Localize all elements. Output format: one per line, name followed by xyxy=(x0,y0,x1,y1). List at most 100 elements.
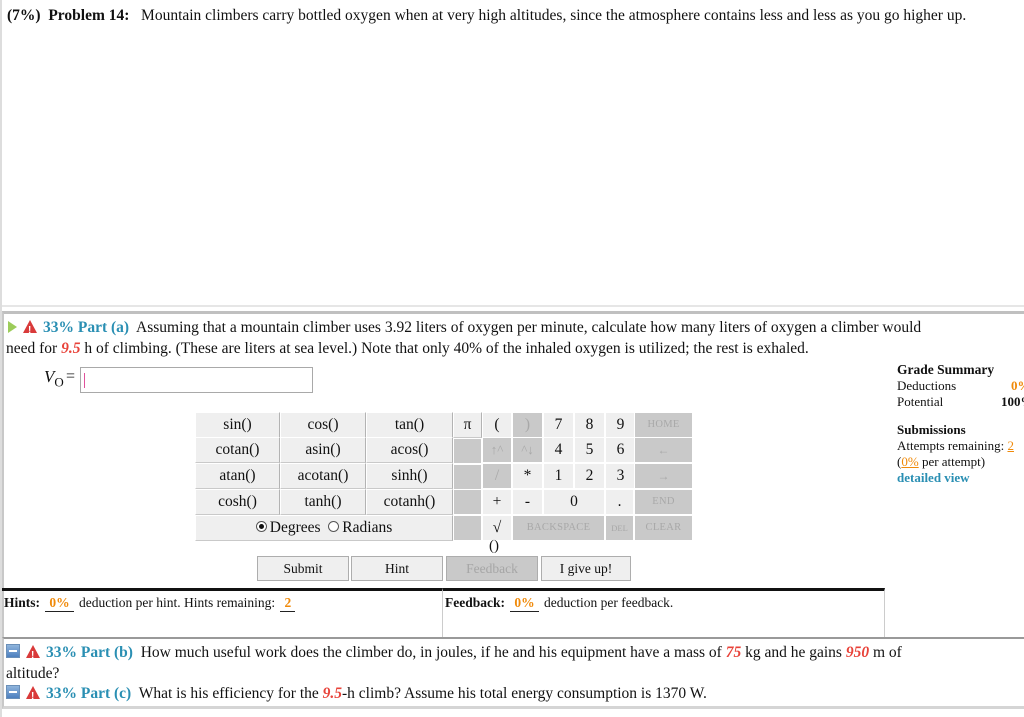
warning-icon xyxy=(26,685,40,707)
problem-text: Mountain climbers carry bottled oxygen w… xyxy=(141,7,967,24)
hints-panel: Hints: 0% deduction per hint. Hints rema… xyxy=(2,588,442,637)
key-digit-9[interactable]: 9 xyxy=(605,412,636,438)
key-cos[interactable]: cos() xyxy=(280,412,366,438)
problem-label: Problem 14: xyxy=(48,7,130,24)
part-a-text-1: Assuming that a mountain climber uses 3.… xyxy=(136,319,922,336)
climb-hours-value: 9.5 xyxy=(322,685,343,702)
key-digit-1[interactable]: 1 xyxy=(543,463,574,489)
keypad-spacer xyxy=(453,463,482,490)
variable-subscript: O xyxy=(54,374,64,390)
key-sin[interactable]: sin() xyxy=(195,412,280,438)
key-plus[interactable]: + xyxy=(482,489,512,515)
key-caret-down: ^↓ xyxy=(512,437,543,463)
key-pi[interactable]: π xyxy=(453,412,482,438)
hints-label: Hints: xyxy=(4,595,41,610)
key-cotanh[interactable]: cotanh() xyxy=(366,489,453,515)
key-open-paren[interactable]: ( xyxy=(482,412,512,438)
radians-label: Radians xyxy=(342,519,393,536)
part-b-label: 33% Part (b) xyxy=(46,644,133,661)
key-acos[interactable]: acos() xyxy=(366,437,453,463)
key-digit-8[interactable]: 8 xyxy=(574,412,605,438)
key-acotan[interactable]: acotan() xyxy=(280,463,366,489)
key-digit-4[interactable]: 4 xyxy=(543,437,574,463)
key-left: ← xyxy=(634,437,693,463)
part-c-header: 33% Part (c) What is his efficiency for … xyxy=(6,684,707,707)
key-right: → xyxy=(634,463,693,489)
equals-sign: = xyxy=(66,368,76,385)
key-digit-2[interactable]: 2 xyxy=(574,463,605,489)
key-sinh[interactable]: sinh() xyxy=(366,463,453,489)
key-digit-7[interactable]: 7 xyxy=(543,412,574,438)
expand-play-icon[interactable] xyxy=(8,321,17,334)
problem-statement: (7%) Problem 14: Mountain climbers carry… xyxy=(7,6,1017,26)
part-c-label: 33% Part (c) xyxy=(46,685,132,702)
hint-button[interactable]: Hint xyxy=(351,556,443,581)
warning-icon xyxy=(23,319,37,341)
mass-value: 75 xyxy=(725,644,742,661)
attempts-label: Attempts remaining: xyxy=(897,438,1005,453)
feedback-text: deduction per feedback. xyxy=(544,595,674,610)
attempts-value: 2 xyxy=(1007,438,1014,453)
submit-button[interactable]: Submit xyxy=(257,556,349,581)
feedback-button: Feedback xyxy=(446,556,538,581)
detailed-view-link[interactable]: detailed view xyxy=(897,470,1024,486)
part-b-text-2: kg and he gains xyxy=(745,644,842,661)
key-digit-3[interactable]: 3 xyxy=(605,463,636,489)
deductions-row: Deductions 0% xyxy=(897,378,1024,394)
key-divide: / xyxy=(482,463,512,489)
deductions-value: 0% xyxy=(1011,378,1024,393)
variable-symbol: V xyxy=(44,367,55,386)
hints-text: deduction per hint. Hints remaining: xyxy=(79,595,276,610)
key-del: DEL xyxy=(605,515,634,541)
part-c-text-1: What is his efficiency for the xyxy=(138,685,319,702)
key-clear: CLEAR xyxy=(634,515,693,541)
divider xyxy=(2,305,1024,307)
per-attempt-row: (0% per attempt) xyxy=(897,454,1024,470)
keypad-spacer xyxy=(453,489,482,516)
potential-value: 100% xyxy=(1001,394,1024,409)
key-tan[interactable]: tan() xyxy=(366,412,453,438)
key-up-caret: ↑^ xyxy=(482,437,512,463)
radians-radio[interactable] xyxy=(328,520,340,532)
deductions-label: Deductions xyxy=(897,378,957,393)
degrees-label: Degrees xyxy=(269,519,321,536)
key-cotan[interactable]: cotan() xyxy=(195,437,280,463)
potential-label: Potential xyxy=(897,394,944,409)
key-digit-0[interactable]: 0 xyxy=(543,489,605,515)
key-dot[interactable]: . xyxy=(605,489,634,515)
feedback-deduction-value: 0% xyxy=(510,595,539,612)
hints-remaining-value: 2 xyxy=(280,595,296,612)
key-multiply[interactable]: * xyxy=(512,463,543,489)
grade-summary-title: Grade Summary xyxy=(897,362,995,377)
key-minus[interactable]: - xyxy=(512,489,543,515)
key-atan[interactable]: atan() xyxy=(195,463,280,489)
key-home: HOME xyxy=(634,412,693,438)
feedback-panel: Feedback: 0% deduction per feedback. xyxy=(442,588,885,637)
grade-summary: Grade Summary Deductions 0% Potential 10… xyxy=(897,362,1024,486)
give-up-button[interactable]: I give up! xyxy=(541,556,631,581)
part-b-header: 33% Part (b) How much useful work does t… xyxy=(6,643,902,666)
collapsed-part-icon[interactable] xyxy=(6,644,20,659)
potential-row: Potential 100% xyxy=(897,394,1024,410)
part-b-line-2: altitude? xyxy=(6,665,60,682)
keypad-spacer xyxy=(453,437,482,464)
key-close-paren: ) xyxy=(512,412,543,438)
part-a-text-2b: h of climbing. (These are liters at sea … xyxy=(84,340,809,357)
key-asin[interactable]: asin() xyxy=(280,437,366,463)
attempts-row: Attempts remaining: 2 xyxy=(897,438,1024,454)
key-tanh[interactable]: tanh() xyxy=(280,489,366,515)
part-b-text-1: How much useful work does the climber do… xyxy=(140,644,722,661)
hints-deduction-value: 0% xyxy=(45,595,74,612)
problem-weight: (7%) xyxy=(7,7,41,24)
key-digit-6[interactable]: 6 xyxy=(605,437,636,463)
key-cosh[interactable]: cosh() xyxy=(195,489,280,515)
collapsed-part-icon[interactable] xyxy=(6,685,20,700)
degrees-radio[interactable] xyxy=(255,520,267,532)
part-a-line-2: need for 9.5 h of climbing. (These are l… xyxy=(6,339,809,359)
sqrt-paren-label: () xyxy=(489,538,499,554)
key-backspace: BACKSPACE xyxy=(512,515,605,541)
key-digit-5[interactable]: 5 xyxy=(574,437,605,463)
part-b-text-3: m of xyxy=(872,644,902,661)
per-attempt-text: per attempt) xyxy=(921,454,986,469)
answer-input[interactable] xyxy=(80,367,313,393)
